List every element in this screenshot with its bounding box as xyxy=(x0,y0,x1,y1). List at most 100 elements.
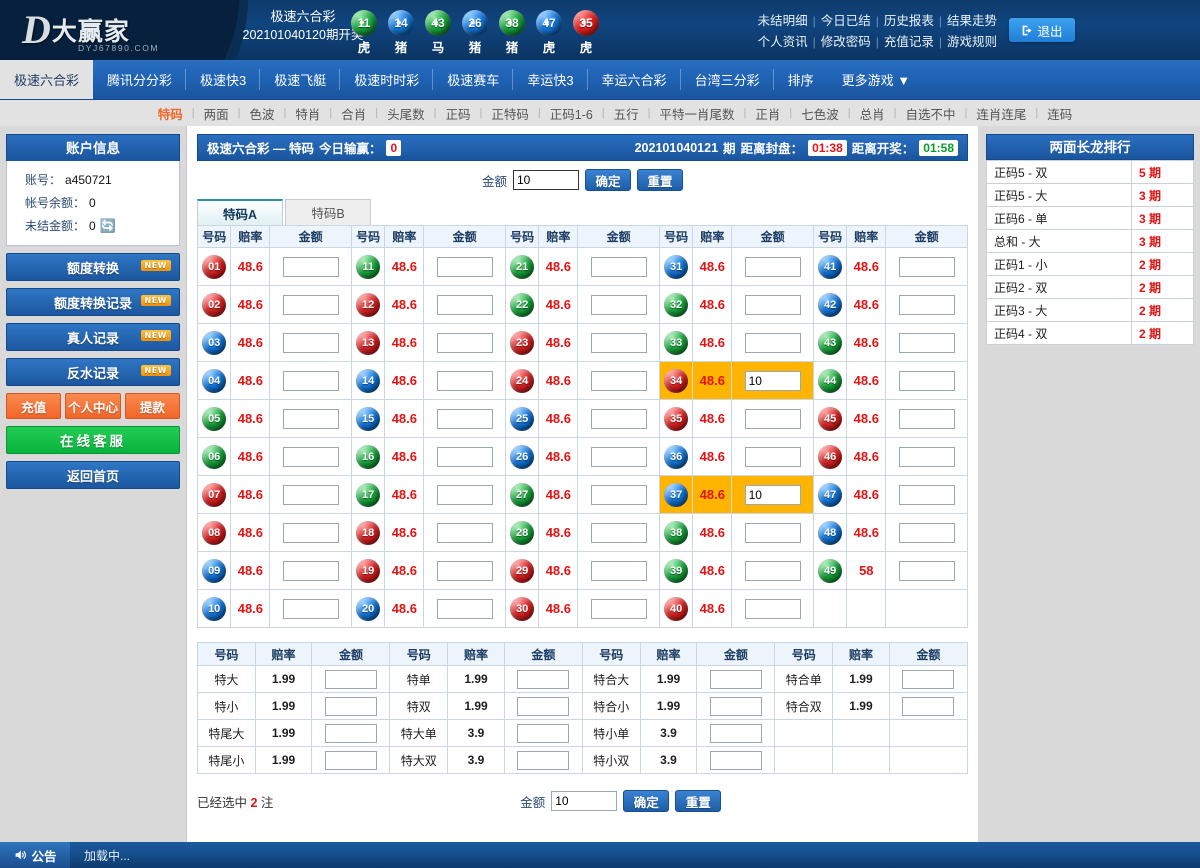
bet-amount-input-25[interactable] xyxy=(591,409,647,429)
sub-nav-item-3[interactable]: 色波 xyxy=(240,104,283,123)
bet-amount-input-49[interactable] xyxy=(899,561,955,581)
special-name-cell[interactable]: 特尾大 xyxy=(198,720,256,747)
nav-tab-4[interactable]: 极速飞艇 xyxy=(260,60,340,99)
sub-nav-item-17[interactable]: 连码 xyxy=(1038,104,1081,123)
special-name-cell[interactable]: 特双 xyxy=(390,693,448,720)
bet-amount-input-39[interactable] xyxy=(745,561,801,581)
sub-nav-item-8[interactable]: 正特码 xyxy=(482,104,538,123)
inner-tab-2[interactable]: 特码B xyxy=(285,199,371,225)
number-ball-cell-28[interactable]: 28 xyxy=(505,514,538,552)
number-ball-cell-46[interactable]: 46 xyxy=(813,438,846,476)
special-name-cell[interactable]: 特合大 xyxy=(582,666,640,693)
header-link-r1-2[interactable]: 今日已结 xyxy=(818,14,874,28)
amount-input-bottom[interactable] xyxy=(551,791,617,811)
bet-amount-input-01[interactable] xyxy=(283,257,339,277)
number-ball-cell-34[interactable]: 34 xyxy=(659,362,692,400)
bet-amount-input-41[interactable] xyxy=(899,257,955,277)
bet-amount-input-19[interactable] xyxy=(437,561,493,581)
number-ball-cell-42[interactable]: 42 xyxy=(813,286,846,324)
bet-amount-input-32[interactable] xyxy=(745,295,801,315)
special-name-cell[interactable]: 特大双 xyxy=(390,747,448,774)
bet-amount-input-40[interactable] xyxy=(745,599,801,619)
number-ball-cell-26[interactable]: 26 xyxy=(505,438,538,476)
sub-nav-item-6[interactable]: 头尾数 xyxy=(378,104,434,123)
sidebar-action-button-1[interactable]: 充值 xyxy=(6,393,61,419)
number-ball-cell-06[interactable]: 06 xyxy=(198,438,231,476)
confirm-button-bottom[interactable]: 确定 xyxy=(623,790,669,812)
sub-nav-item-12[interactable]: 正肖 xyxy=(746,104,789,123)
nav-tab-1[interactable]: 极速六合彩 xyxy=(0,60,93,99)
special-name-cell[interactable]: 特小 xyxy=(198,693,256,720)
nav-tab-10[interactable]: 排序 xyxy=(774,60,828,99)
number-ball-cell-08[interactable]: 08 xyxy=(198,514,231,552)
bet-amount-input-12[interactable] xyxy=(437,295,493,315)
number-ball-cell-32[interactable]: 32 xyxy=(659,286,692,324)
bet-amount-input-21[interactable] xyxy=(591,257,647,277)
number-ball-cell-11[interactable]: 11 xyxy=(351,248,384,286)
number-ball-cell-18[interactable]: 18 xyxy=(351,514,384,552)
number-ball-cell-21[interactable]: 21 xyxy=(505,248,538,286)
number-ball-cell-45[interactable]: 45 xyxy=(813,400,846,438)
nav-tab-11[interactable]: 更多游戏 ▼ xyxy=(828,60,924,99)
number-ball-cell-07[interactable]: 07 xyxy=(198,476,231,514)
bet-amount-input-38[interactable] xyxy=(745,523,801,543)
bet-amount-input-42[interactable] xyxy=(899,295,955,315)
bet-amount-input-33[interactable] xyxy=(745,333,801,353)
sidebar-button-2[interactable]: 额度转换记录NEW xyxy=(6,288,180,316)
sub-nav-item-2[interactable]: 两面 xyxy=(195,104,238,123)
number-ball-cell-20[interactable]: 20 xyxy=(351,590,384,628)
number-ball-cell-33[interactable]: 33 xyxy=(659,324,692,362)
sub-nav-item-4[interactable]: 特肖 xyxy=(286,104,329,123)
sub-nav-item-11[interactable]: 平特一肖尾数 xyxy=(651,104,744,123)
header-link-r1-1[interactable]: 未结明细 xyxy=(755,14,811,28)
bet-amount-input-30[interactable] xyxy=(591,599,647,619)
special-name-cell[interactable]: 特小单 xyxy=(582,720,640,747)
number-ball-cell-47[interactable]: 47 xyxy=(813,476,846,514)
bet-amount-input-11[interactable] xyxy=(437,257,493,277)
number-ball-cell-04[interactable]: 04 xyxy=(198,362,231,400)
number-ball-cell-29[interactable]: 29 xyxy=(505,552,538,590)
bet-amount-input-45[interactable] xyxy=(899,409,955,429)
special-bet-input[interactable] xyxy=(710,697,762,716)
number-ball-cell-38[interactable]: 38 xyxy=(659,514,692,552)
special-name-cell[interactable]: 特合单 xyxy=(775,666,833,693)
bet-amount-input-47[interactable] xyxy=(899,485,955,505)
sub-nav-item-9[interactable]: 正码1-6 xyxy=(541,104,602,123)
number-ball-cell-17[interactable]: 17 xyxy=(351,476,384,514)
bet-amount-input-15[interactable] xyxy=(437,409,493,429)
bet-amount-input-05[interactable] xyxy=(283,409,339,429)
bet-amount-input-28[interactable] xyxy=(591,523,647,543)
special-bet-input[interactable] xyxy=(517,670,569,689)
bet-amount-input-07[interactable] xyxy=(283,485,339,505)
special-bet-input[interactable] xyxy=(325,670,377,689)
header-link-r1-4[interactable]: 结果走势 xyxy=(944,14,1000,28)
number-ball-cell-15[interactable]: 15 xyxy=(351,400,384,438)
special-bet-input[interactable] xyxy=(325,751,377,770)
number-ball-cell-41[interactable]: 41 xyxy=(813,248,846,286)
number-ball-cell-43[interactable]: 43 xyxy=(813,324,846,362)
bet-amount-input-48[interactable] xyxy=(899,523,955,543)
special-name-cell[interactable]: 特合小 xyxy=(582,693,640,720)
header-link-r2-4[interactable]: 游戏规则 xyxy=(944,35,1000,49)
bet-amount-input-27[interactable] xyxy=(591,485,647,505)
nav-tab-5[interactable]: 极速时时彩 xyxy=(340,60,433,99)
number-ball-cell-22[interactable]: 22 xyxy=(505,286,538,324)
nav-tab-8[interactable]: 幸运六合彩 xyxy=(588,60,681,99)
number-ball-cell-19[interactable]: 19 xyxy=(351,552,384,590)
back-home-button[interactable]: 返回首页 xyxy=(6,461,180,489)
sidebar-action-button-3[interactable]: 提款 xyxy=(125,393,180,419)
nav-tab-3[interactable]: 极速快3 xyxy=(186,60,260,99)
number-ball-cell-25[interactable]: 25 xyxy=(505,400,538,438)
number-ball-cell-49[interactable]: 49 xyxy=(813,552,846,590)
bet-amount-input-16[interactable] xyxy=(437,447,493,467)
bet-amount-input-03[interactable] xyxy=(283,333,339,353)
bet-amount-input-08[interactable] xyxy=(283,523,339,543)
sub-nav-item-14[interactable]: 总肖 xyxy=(851,104,894,123)
number-ball-cell-10[interactable]: 10 xyxy=(198,590,231,628)
number-ball-cell-09[interactable]: 09 xyxy=(198,552,231,590)
sidebar-button-3[interactable]: 真人记录NEW xyxy=(6,323,180,351)
header-link-r2-2[interactable]: 修改密码 xyxy=(818,35,874,49)
bet-amount-input-14[interactable] xyxy=(437,371,493,391)
number-ball-cell-05[interactable]: 05 xyxy=(198,400,231,438)
nav-tab-6[interactable]: 极速赛车 xyxy=(433,60,513,99)
